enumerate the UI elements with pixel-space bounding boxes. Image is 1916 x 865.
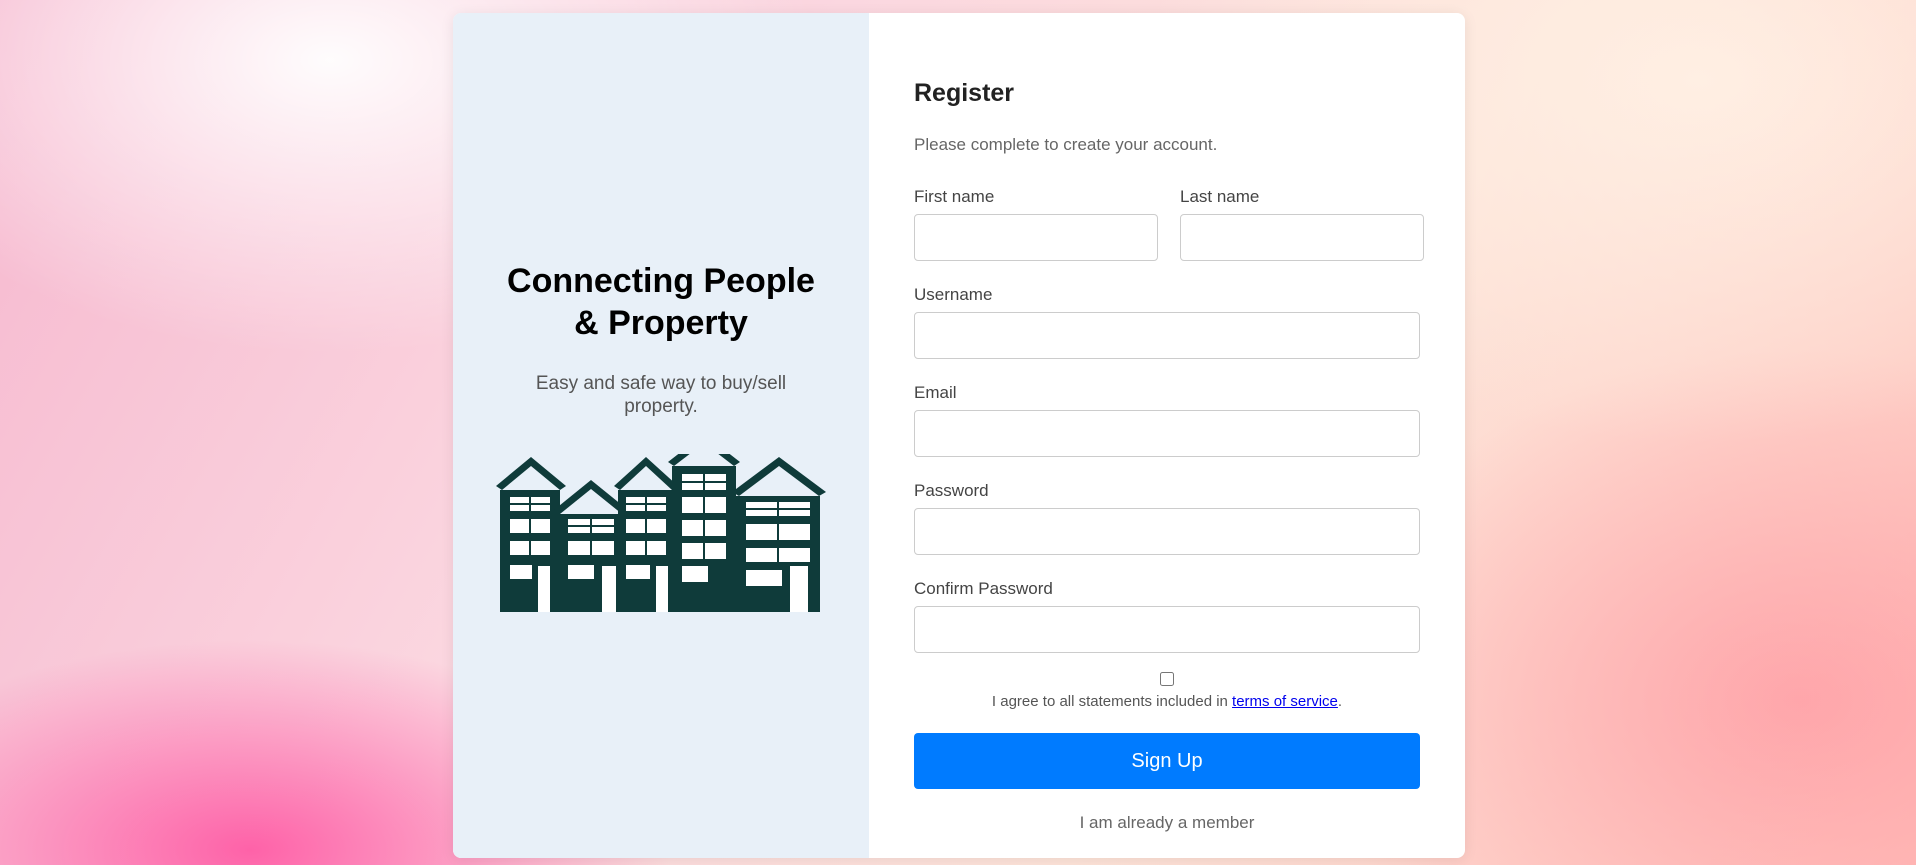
terms-agreement: I agree to all statements included in te… xyxy=(914,672,1420,710)
password-field[interactable] xyxy=(914,508,1420,555)
brand-tagline: Easy and safe way to buy/sell property. xyxy=(535,372,787,417)
last-name-field[interactable] xyxy=(1180,214,1424,261)
terms-of-service-link[interactable]: terms of service xyxy=(1232,693,1338,710)
already-member-link[interactable]: I am already a member xyxy=(914,813,1420,833)
username-field[interactable] xyxy=(914,312,1420,359)
sign-up-button[interactable]: Sign Up xyxy=(914,733,1420,789)
terms-checkbox[interactable] xyxy=(1160,672,1174,686)
first-name-field[interactable] xyxy=(914,214,1158,261)
confirm-password-group: Confirm Password xyxy=(914,579,1424,653)
email-field[interactable] xyxy=(914,410,1420,457)
email-label: Email xyxy=(914,383,957,402)
last-name-label: Last name xyxy=(1180,187,1260,206)
buildings-illustration xyxy=(496,453,826,612)
register-form: Register Please complete to create your … xyxy=(869,13,1465,858)
confirm-password-label: Confirm Password xyxy=(914,579,1053,598)
form-subtitle: Please complete to create your account. xyxy=(914,135,1218,154)
first-name-label: First name xyxy=(914,187,995,206)
password-label: Password xyxy=(914,481,989,500)
terms-period: . xyxy=(1337,693,1343,710)
username-label: Username xyxy=(914,285,993,304)
terms-text-line: I agree to all statements included in te… xyxy=(914,693,1420,710)
brand-headline: Connecting People & Property xyxy=(507,261,815,342)
terms-text: I agree to all statements included in xyxy=(991,693,1233,710)
confirm-password-field[interactable] xyxy=(914,606,1420,653)
email-group: Email xyxy=(914,383,1424,457)
brand-panel: Connecting People & Property Easy and sa… xyxy=(453,13,869,858)
first-name-group: First name xyxy=(914,187,1158,261)
form-title: Register xyxy=(914,79,1015,107)
last-name-group: Last name xyxy=(1180,187,1424,261)
username-group: Username xyxy=(914,285,1424,359)
register-card: Connecting People & Property Easy and sa… xyxy=(453,13,1465,858)
password-group: Password xyxy=(914,481,1424,555)
